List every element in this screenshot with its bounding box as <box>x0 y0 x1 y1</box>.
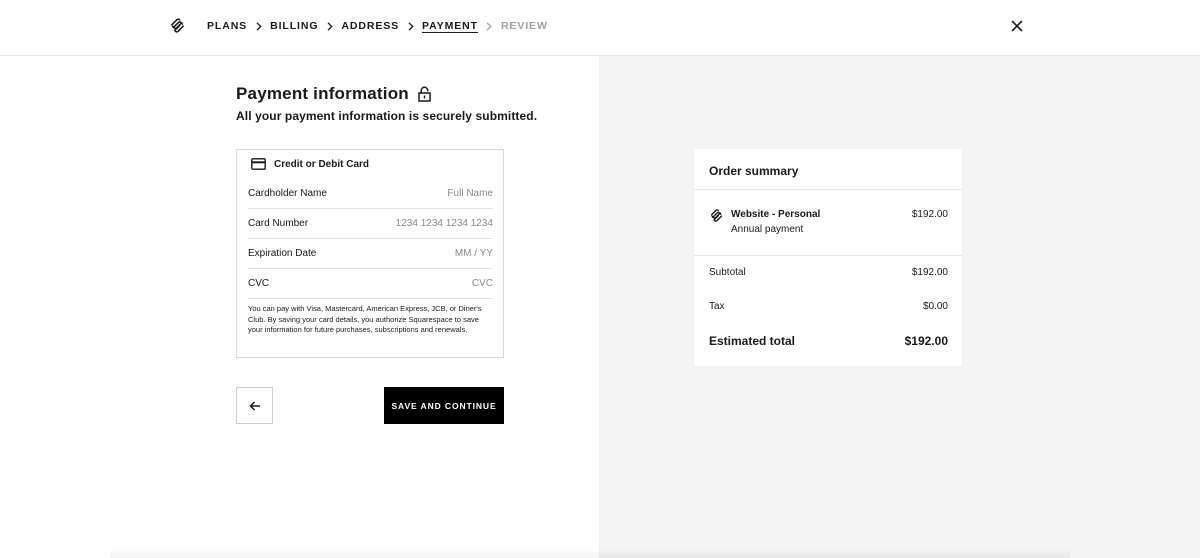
expiration-date-input[interactable] <box>373 248 493 259</box>
cvc-field: CVC <box>248 269 493 299</box>
order-summary: Order summary Website - Personal Annual … <box>694 149 962 366</box>
subtotal-value: $192.00 <box>911 267 948 278</box>
expiration-date-field: Expiration Date <box>248 239 493 269</box>
card-disclaimer: You can pay with Visa, Mastercard, Ameri… <box>248 304 482 334</box>
squarespace-logo-icon[interactable] <box>169 17 186 34</box>
chevron-right-icon <box>318 18 341 34</box>
cardholder-name-input[interactable] <box>373 188 493 199</box>
card-number-label: Card Number <box>248 218 309 229</box>
squarespace-logo-icon <box>710 209 723 222</box>
bottom-shadow <box>110 548 1070 558</box>
cvc-input[interactable] <box>373 278 493 289</box>
chevron-right-icon <box>247 18 270 34</box>
credit-card-icon <box>251 158 266 170</box>
breadcrumb-address[interactable]: ADDRESS <box>341 20 399 32</box>
card-form-heading-label: Credit or Debit Card <box>274 158 370 170</box>
estimated-total-value: $192.00 <box>904 334 948 348</box>
divider <box>694 189 962 190</box>
estimated-total-label: Estimated total <box>709 334 796 348</box>
tax-value: $0.00 <box>922 301 948 312</box>
order-item-name: Website - Personal <box>731 209 821 220</box>
order-item-price: $192.00 <box>911 209 948 220</box>
order-item-billing: Annual payment <box>731 224 804 235</box>
breadcrumb-billing[interactable]: BILLING <box>270 20 318 32</box>
cvc-label: CVC <box>248 278 270 289</box>
card-number-field: Card Number <box>248 209 493 239</box>
checkout-header: PLANS BILLING ADDRESS PAYMENT REVIEW <box>0 0 1200 56</box>
back-button[interactable] <box>236 387 273 424</box>
cardholder-name-label: Cardholder Name <box>248 188 327 199</box>
breadcrumb: PLANS BILLING ADDRESS PAYMENT REVIEW <box>207 18 548 34</box>
breadcrumb-plans[interactable]: PLANS <box>207 20 247 32</box>
chevron-right-icon <box>478 18 501 34</box>
chevron-right-icon <box>399 18 422 34</box>
order-summary-title: Order summary <box>709 164 799 178</box>
page-subtitle: All your payment information is securely… <box>236 109 538 123</box>
expiration-date-label: Expiration Date <box>248 248 317 259</box>
arrow-left-icon <box>248 400 260 411</box>
cardholder-name-field: Cardholder Name <box>248 179 493 209</box>
card-number-input[interactable] <box>373 218 493 229</box>
card-form: Credit or Debit Card Cardholder Name Car… <box>236 149 504 358</box>
tax-label: Tax <box>709 301 725 312</box>
lock-icon <box>418 86 431 102</box>
page-title-row: Payment information <box>236 84 431 104</box>
card-form-heading: Credit or Debit Card <box>251 158 369 170</box>
divider <box>694 255 962 256</box>
subtotal-label: Subtotal <box>709 267 746 278</box>
close-icon[interactable] <box>1011 20 1023 32</box>
page-title: Payment information <box>236 84 409 103</box>
breadcrumb-payment[interactable]: PAYMENT <box>422 20 478 32</box>
breadcrumb-review: REVIEW <box>500 20 548 32</box>
save-and-continue-button[interactable]: SAVE AND CONTINUE <box>384 387 504 424</box>
